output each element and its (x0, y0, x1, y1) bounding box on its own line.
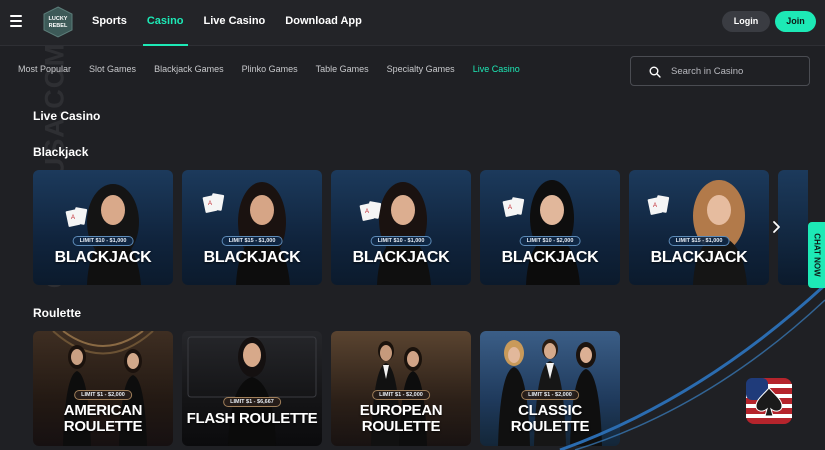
search-input[interactable] (671, 63, 805, 80)
nav-casino[interactable]: Casino (142, 0, 188, 46)
roulette-card[interactable]: LIMIT $1 - $2,000 EUROPEAN ROULETTE (331, 331, 471, 446)
tab-specialty-games[interactable]: Specialty Games (387, 64, 455, 74)
game-title-line1: AMERICAN (63, 402, 143, 419)
limit-badge: LIMIT $10 - $2,000 (519, 236, 581, 246)
limit-badge: LIMIT $10 - $1,000 (72, 236, 134, 246)
tab-blackjack-games[interactable]: Blackjack Games (154, 64, 224, 74)
limit-badge: LIMIT $1 - $6,667 (223, 397, 281, 407)
nav-download-app[interactable]: Download App (285, 0, 362, 46)
tab-live-casino[interactable]: Live Casino (473, 64, 520, 74)
dealer-image (187, 336, 317, 446)
tab-table-games[interactable]: Table Games (316, 64, 369, 74)
top-bar: LUCKY REBEL Sports Casino Live Casino Do… (0, 0, 825, 46)
svg-text:LUCKY: LUCKY (49, 16, 68, 22)
roulette-card[interactable]: LIMIT $1 - $2,000 AMERICAN ROULETTE (33, 331, 173, 446)
dealer-image: A (202, 182, 290, 285)
nav-sports[interactable]: Sports (92, 0, 127, 46)
game-title: BLACKJACK (650, 249, 748, 266)
menu-icon[interactable] (10, 15, 22, 27)
limit-badge: LIMIT $15 - $1,000 (221, 236, 283, 246)
page: CASINOUSA.COM LUCKY REBEL Sports Casino … (0, 0, 825, 450)
search-icon (649, 66, 661, 78)
dealer-image: A (359, 182, 431, 285)
blackjack-card[interactable]: A LIMIT $15 - $1,000 BLACKJACK (629, 170, 769, 285)
roulette-card[interactable]: LIMIT $1 - $2,000 CLASSIC ROULETTE (480, 331, 620, 446)
game-title-line2: ROULETTE (510, 418, 590, 435)
game-title-line1: CLASSIC (518, 402, 582, 419)
lucky-rebel-logo[interactable]: LUCKY REBEL (42, 6, 74, 38)
blackjack-card[interactable]: A LIMIT $10 - $1,000 BLACKJACK (33, 170, 173, 285)
game-title: BLACKJACK (352, 249, 450, 266)
tab-plinko-games[interactable]: Plinko Games (242, 64, 298, 74)
limit-badge: LIMIT $10 - $1,000 (370, 236, 432, 246)
nav-live-casino[interactable]: Live Casino (204, 0, 266, 46)
blackjack-card[interactable]: A LIMIT $15 - $1,000 BLACKJACK (182, 170, 322, 285)
limit-badge: LIMIT $1 - $2,000 (74, 390, 132, 400)
chevron-right-icon[interactable] (768, 218, 786, 236)
dealer-image: A (65, 184, 141, 285)
game-title-line2: ROULETTE (63, 418, 143, 435)
us-flag-spade-icon (746, 378, 792, 424)
chat-now-tab[interactable]: CHAT NOW (808, 222, 825, 288)
game-title-line1: FLASH ROULETTE (186, 410, 318, 427)
chat-now-label: CHAT NOW (812, 233, 821, 277)
blackjack-card[interactable]: A LIMIT $10 - $2,000 BLACKJACK (480, 170, 620, 285)
join-button[interactable]: Join (775, 11, 816, 32)
dealer-image: A (502, 180, 580, 285)
search-box[interactable] (630, 56, 810, 86)
page-title: Live Casino (33, 109, 101, 123)
login-button[interactable]: Login (722, 11, 770, 32)
tab-slot-games[interactable]: Slot Games (89, 64, 136, 74)
svg-text:REBEL: REBEL (49, 23, 68, 29)
roulette-heading: Roulette (33, 306, 81, 320)
game-title: BLACKJACK (501, 249, 599, 266)
roulette-card[interactable]: LIMIT $1 - $6,667 FLASH ROULETTE (182, 331, 322, 446)
tab-most-popular[interactable]: Most Popular (18, 64, 71, 74)
blackjack-card[interactable]: A LIMIT $10 - $1,000 BLACKJACK (331, 170, 471, 285)
game-title-line2: ROULETTE (361, 418, 441, 435)
dealer-image: A (647, 180, 747, 285)
limit-badge: LIMIT $15 - $1,000 (668, 236, 730, 246)
limit-badge: LIMIT $1 - $2,000 (372, 390, 430, 400)
svg-text:A: A (508, 205, 512, 211)
game-title: BLACKJACK (203, 249, 301, 266)
game-title-line1: EUROPEAN (359, 402, 443, 419)
game-title: BLACKJACK (54, 249, 152, 266)
svg-text:A: A (653, 203, 657, 209)
svg-text:A: A (208, 201, 212, 207)
blackjack-heading: Blackjack (33, 145, 89, 159)
limit-badge: LIMIT $1 - $2,000 (521, 390, 579, 400)
svg-text:A: A (365, 209, 369, 215)
main-nav: Sports Casino Live Casino Download App (92, 0, 382, 46)
svg-text:A: A (71, 215, 75, 221)
category-tabs: Most Popular Slot Games Blackjack Games … (18, 64, 538, 74)
